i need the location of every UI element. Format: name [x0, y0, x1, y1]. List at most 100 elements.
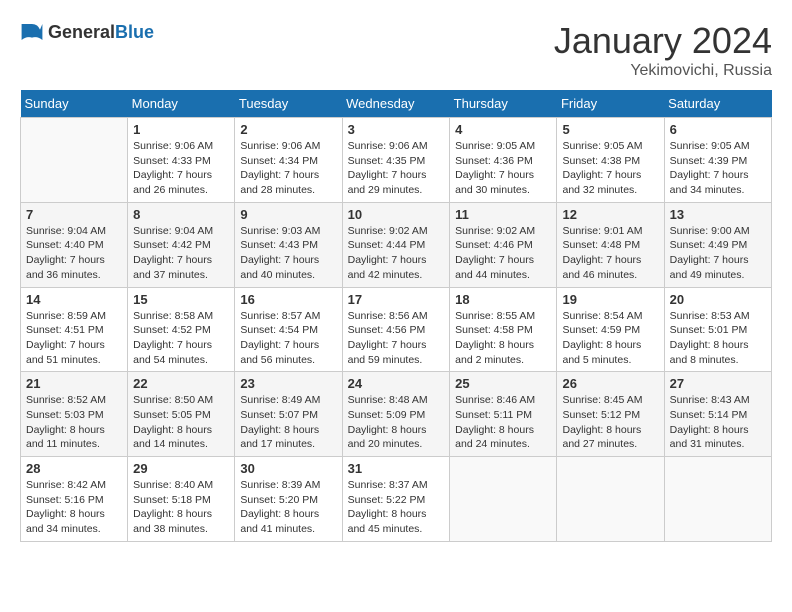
calendar-cell: 6Sunrise: 9:05 AMSunset: 4:39 PMDaylight…: [664, 118, 771, 203]
day-number: 29: [133, 461, 229, 476]
day-info: Sunrise: 8:56 AMSunset: 4:56 PMDaylight:…: [348, 309, 445, 368]
day-info: Sunrise: 8:49 AMSunset: 5:07 PMDaylight:…: [240, 393, 336, 452]
calendar-cell: 16 Sunrise: 8:57 AMSunset: 4:54 PMDayligh…: [235, 287, 342, 372]
calendar-cell: 23Sunrise: 8:49 AMSunset: 5:07 PMDayligh…: [235, 372, 342, 457]
header-sunday: Sunday: [21, 90, 128, 118]
day-info: Sunrise: 9:02 AMSunset: 4:46 PMDaylight:…: [455, 224, 551, 283]
day-number: 24: [348, 376, 445, 391]
calendar-week-row: 14Sunrise: 8:59 AMSunset: 4:51 PMDayligh…: [21, 287, 772, 372]
calendar-cell: 4 Sunrise: 9:05 AMSunset: 4:36 PMDaylight…: [450, 118, 557, 203]
day-number: 19: [562, 292, 658, 307]
calendar-cell: 17 Sunrise: 8:56 AMSunset: 4:56 PMDayligh…: [342, 287, 450, 372]
calendar-cell: 31 Sunrise: 8:37 AMSunset: 5:22 PMDayligh…: [342, 457, 450, 542]
day-number: 4: [455, 122, 551, 137]
day-info: Sunrise: 8:37 AMSunset: 5:22 PMDaylight:…: [348, 478, 445, 537]
calendar-cell: 19 Sunrise: 8:54 AMSunset: 4:59 PMDayligh…: [557, 287, 664, 372]
day-number: 3: [348, 122, 445, 137]
header-monday: Monday: [128, 90, 235, 118]
day-info: Sunrise: 8:57 AMSunset: 4:54 PMDaylight:…: [240, 309, 336, 368]
day-number: 7: [26, 207, 122, 222]
calendar-cell: 3 Sunrise: 9:06 AMSunset: 4:35 PMDaylight…: [342, 118, 450, 203]
day-info: Sunrise: 8:48 AMSunset: 5:09 PMDaylight:…: [348, 393, 445, 452]
day-number: 8: [133, 207, 229, 222]
calendar-table: SundayMondayTuesdayWednesdayThursdayFrid…: [20, 90, 772, 542]
calendar-header-row: SundayMondayTuesdayWednesdayThursdayFrid…: [21, 90, 772, 118]
day-number: 1: [133, 122, 229, 137]
location-title: Yekimovichi, Russia: [554, 62, 772, 80]
calendar-cell: 13 Sunrise: 9:00 AMSunset: 4:49 PMDayligh…: [664, 202, 771, 287]
calendar-cell: 24 Sunrise: 8:48 AMSunset: 5:09 PMDayligh…: [342, 372, 450, 457]
month-title: January 2024: [554, 20, 772, 62]
logo: GeneralBlue: [20, 20, 154, 44]
day-number: 28: [26, 461, 122, 476]
calendar-cell: 29Sunrise: 8:40 AMSunset: 5:18 PMDayligh…: [128, 457, 235, 542]
day-info: Sunrise: 9:06 AMSunset: 4:35 PMDaylight:…: [348, 139, 445, 198]
day-number: 14: [26, 292, 122, 307]
calendar-cell: 18Sunrise: 8:55 AMSunset: 4:58 PMDayligh…: [450, 287, 557, 372]
day-number: 11: [455, 207, 551, 222]
day-info: Sunrise: 8:42 AMSunset: 5:16 PMDaylight:…: [26, 478, 122, 537]
day-number: 16: [240, 292, 336, 307]
calendar-cell: 25 Sunrise: 8:46 AMSunset: 5:11 PMDayligh…: [450, 372, 557, 457]
calendar-cell: 8 Sunrise: 9:04 AMSunset: 4:42 PMDaylight…: [128, 202, 235, 287]
calendar-cell: 10 Sunrise: 9:02 AMSunset: 4:44 PMDayligh…: [342, 202, 450, 287]
calendar-cell: 1 Sunrise: 9:06 AMSunset: 4:33 PMDaylight…: [128, 118, 235, 203]
calendar-cell: [664, 457, 771, 542]
day-number: 5: [562, 122, 658, 137]
calendar-cell: 20 Sunrise: 8:53 AMSunset: 5:01 PMDayligh…: [664, 287, 771, 372]
day-info: Sunrise: 8:43 AMSunset: 5:14 PMDaylight:…: [670, 393, 766, 452]
day-number: 31: [348, 461, 445, 476]
day-info: Sunrise: 9:04 AMSunset: 4:40 PMDaylight:…: [26, 224, 122, 283]
calendar-cell: 22Sunrise: 8:50 AMSunset: 5:05 PMDayligh…: [128, 372, 235, 457]
calendar-cell: 11 Sunrise: 9:02 AMSunset: 4:46 PMDayligh…: [450, 202, 557, 287]
page-header: GeneralBlue January 2024 Yekimovichi, Ru…: [20, 20, 772, 80]
day-info: Sunrise: 9:04 AMSunset: 4:42 PMDaylight:…: [133, 224, 229, 283]
day-number: 13: [670, 207, 766, 222]
day-info: Sunrise: 9:05 AMSunset: 4:38 PMDaylight:…: [562, 139, 658, 198]
day-info: Sunrise: 9:06 AMSunset: 4:34 PMDaylight:…: [240, 139, 336, 198]
calendar-cell: 2 Sunrise: 9:06 AMSunset: 4:34 PMDaylight…: [235, 118, 342, 203]
calendar-week-row: 21 Sunrise: 8:52 AMSunset: 5:03 PMDayligh…: [21, 372, 772, 457]
day-info: Sunrise: 9:00 AMSunset: 4:49 PMDaylight:…: [670, 224, 766, 283]
day-info: Sunrise: 8:54 AMSunset: 4:59 PMDaylight:…: [562, 309, 658, 368]
header-friday: Friday: [557, 90, 664, 118]
calendar-cell: 27 Sunrise: 8:43 AMSunset: 5:14 PMDayligh…: [664, 372, 771, 457]
day-info: Sunrise: 9:06 AMSunset: 4:33 PMDaylight:…: [133, 139, 229, 198]
calendar-cell: 21 Sunrise: 8:52 AMSunset: 5:03 PMDayligh…: [21, 372, 128, 457]
day-number: 12: [562, 207, 658, 222]
day-info: Sunrise: 9:05 AMSunset: 4:39 PMDaylight:…: [670, 139, 766, 198]
day-info: Sunrise: 8:45 AMSunset: 5:12 PMDaylight:…: [562, 393, 658, 452]
calendar-cell: 9 Sunrise: 9:03 AMSunset: 4:43 PMDaylight…: [235, 202, 342, 287]
day-info: Sunrise: 8:53 AMSunset: 5:01 PMDaylight:…: [670, 309, 766, 368]
day-number: 25: [455, 376, 551, 391]
day-number: 20: [670, 292, 766, 307]
calendar-cell: 12 Sunrise: 9:01 AMSunset: 4:48 PMDayligh…: [557, 202, 664, 287]
calendar-cell: 26 Sunrise: 8:45 AMSunset: 5:12 PMDayligh…: [557, 372, 664, 457]
calendar-cell: [21, 118, 128, 203]
day-number: 9: [240, 207, 336, 222]
day-number: 27: [670, 376, 766, 391]
day-info: Sunrise: 9:01 AMSunset: 4:48 PMDaylight:…: [562, 224, 658, 283]
day-number: 26: [562, 376, 658, 391]
logo-blue: Blue: [115, 22, 154, 42]
day-number: 10: [348, 207, 445, 222]
day-info: Sunrise: 9:02 AMSunset: 4:44 PMDaylight:…: [348, 224, 445, 283]
day-number: 2: [240, 122, 336, 137]
header-saturday: Saturday: [664, 90, 771, 118]
day-info: Sunrise: 9:05 AMSunset: 4:36 PMDaylight:…: [455, 139, 551, 198]
header-thursday: Thursday: [450, 90, 557, 118]
day-info: Sunrise: 9:03 AMSunset: 4:43 PMDaylight:…: [240, 224, 336, 283]
day-info: Sunrise: 8:46 AMSunset: 5:11 PMDaylight:…: [455, 393, 551, 452]
day-number: 21: [26, 376, 122, 391]
day-info: Sunrise: 8:52 AMSunset: 5:03 PMDaylight:…: [26, 393, 122, 452]
logo-icon: [20, 20, 44, 44]
title-block: January 2024 Yekimovichi, Russia: [554, 20, 772, 80]
calendar-week-row: 7 Sunrise: 9:04 AMSunset: 4:40 PMDaylight…: [21, 202, 772, 287]
calendar-cell: 28 Sunrise: 8:42 AMSunset: 5:16 PMDayligh…: [21, 457, 128, 542]
header-tuesday: Tuesday: [235, 90, 342, 118]
day-number: 17: [348, 292, 445, 307]
day-info: Sunrise: 8:58 AMSunset: 4:52 PMDaylight:…: [133, 309, 229, 368]
calendar-cell: 30Sunrise: 8:39 AMSunset: 5:20 PMDayligh…: [235, 457, 342, 542]
logo-general: General: [48, 22, 115, 42]
day-info: Sunrise: 8:50 AMSunset: 5:05 PMDaylight:…: [133, 393, 229, 452]
